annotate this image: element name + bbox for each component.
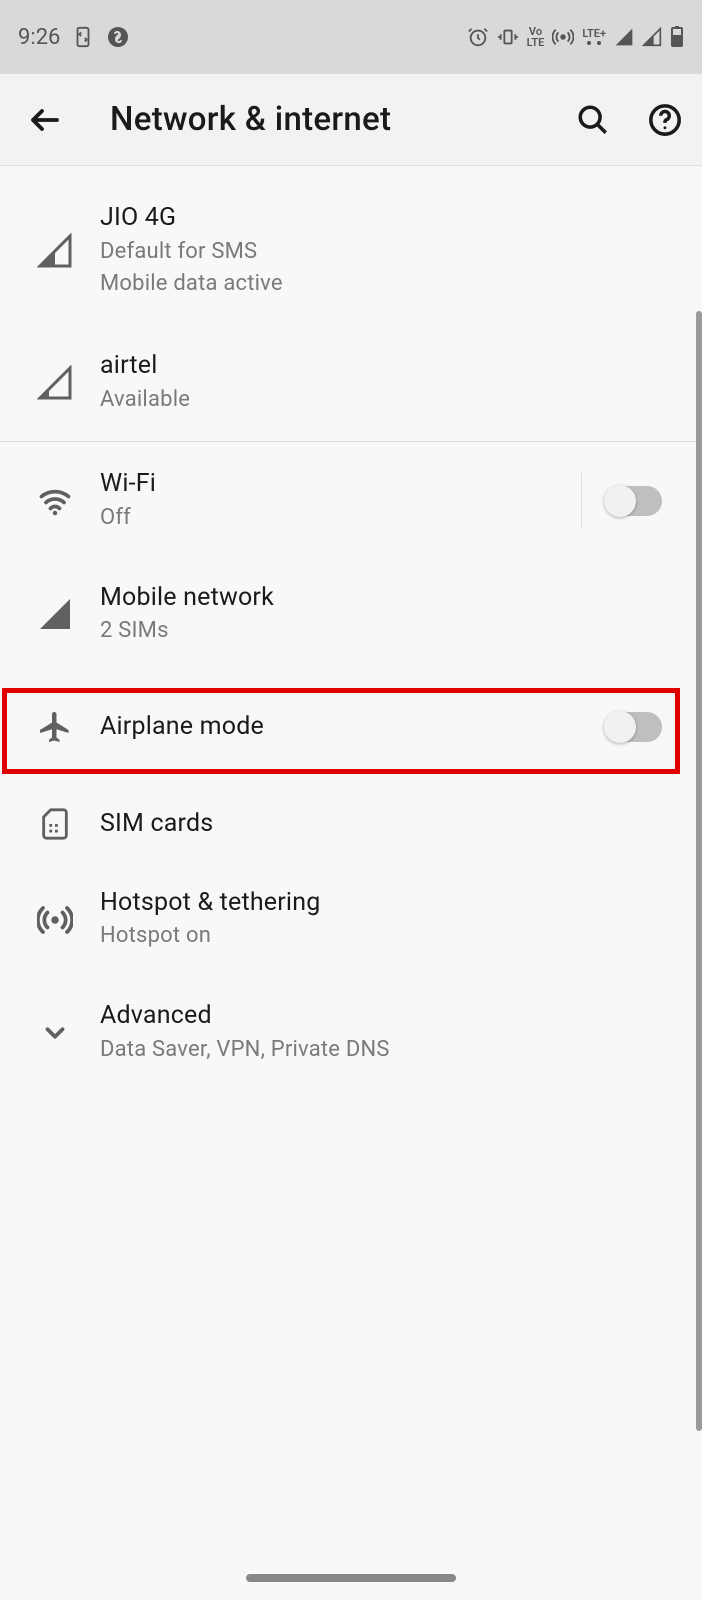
- signal-outline-icon: [20, 365, 90, 401]
- signal-1-icon: [614, 27, 634, 47]
- alarm-icon: [467, 26, 489, 48]
- help-button[interactable]: [648, 103, 682, 137]
- wifi-toggle[interactable]: [606, 486, 662, 516]
- sim-card-icon: [20, 807, 90, 841]
- lte-plus-label: LTE+: [582, 28, 606, 47]
- hotspot-sub: Hotspot on: [100, 921, 682, 952]
- settings-list: JIO 4G Default for SMS Mobile data activ…: [0, 166, 702, 1092]
- signal-partial-icon: [20, 233, 90, 269]
- sim2-sub: Available: [100, 385, 682, 416]
- sim2-title: airtel: [100, 350, 682, 383]
- wifi-sub: Off: [100, 503, 581, 534]
- app-bar: Network & internet: [0, 74, 702, 166]
- mobile-title: Mobile network: [100, 582, 682, 615]
- help-icon: [648, 103, 682, 137]
- navigation-handle[interactable]: [246, 1574, 456, 1582]
- airplane-toggle[interactable]: [606, 712, 662, 742]
- shazam-icon: [106, 25, 130, 49]
- search-button[interactable]: [576, 103, 610, 137]
- hotspot-icon: [20, 902, 90, 938]
- status-bar: 9:26 Vo LTE LTE+: [0, 0, 702, 74]
- search-icon: [576, 103, 610, 137]
- advanced-item[interactable]: Advanced Data Saver, VPN, Private DNS: [0, 978, 702, 1091]
- airplane-mode-item[interactable]: Airplane mode: [0, 673, 702, 781]
- sim-cards-item[interactable]: SIM cards: [0, 781, 702, 867]
- wifi-icon: [20, 483, 90, 519]
- mobile-network-item[interactable]: Mobile network 2 SIMs: [0, 560, 702, 673]
- simcards-title: SIM cards: [100, 808, 682, 841]
- page-title: Network & internet: [110, 100, 576, 139]
- hotspot-item[interactable]: Hotspot & tethering Hotspot on: [0, 867, 702, 978]
- mobile-sub: 2 SIMs: [100, 616, 682, 647]
- vibrate-icon: [497, 26, 519, 48]
- signal-2-icon: [642, 27, 662, 47]
- scroll-indicator: [696, 311, 702, 1431]
- sim2-item[interactable]: airtel Available: [0, 328, 702, 441]
- status-time: 9:26: [18, 25, 60, 50]
- airplane-icon: [20, 709, 90, 745]
- airplane-title: Airplane mode: [100, 711, 582, 744]
- advanced-sub: Data Saver, VPN, Private DNS: [100, 1035, 682, 1066]
- sim1-sub2: Mobile data active: [100, 269, 682, 300]
- advanced-title: Advanced: [100, 1000, 682, 1033]
- back-arrow-icon: [27, 102, 63, 138]
- hotspot-status-icon: [552, 26, 574, 48]
- sim1-sub1: Default for SMS: [100, 237, 682, 268]
- wifi-title: Wi-Fi: [100, 468, 581, 501]
- chevron-down-icon: [20, 1018, 90, 1048]
- wifi-item[interactable]: Wi-Fi Off: [0, 442, 702, 559]
- sim1-title: JIO 4G: [100, 202, 682, 235]
- back-button[interactable]: [20, 95, 70, 145]
- sim1-item[interactable]: JIO 4G Default for SMS Mobile data activ…: [0, 174, 702, 328]
- battery-icon: [670, 26, 684, 48]
- signal-full-icon: [20, 596, 90, 632]
- hotspot-title: Hotspot & tethering: [100, 887, 682, 920]
- volte-icon: Vo LTE: [527, 26, 545, 48]
- phone-transfer-icon: [72, 26, 94, 48]
